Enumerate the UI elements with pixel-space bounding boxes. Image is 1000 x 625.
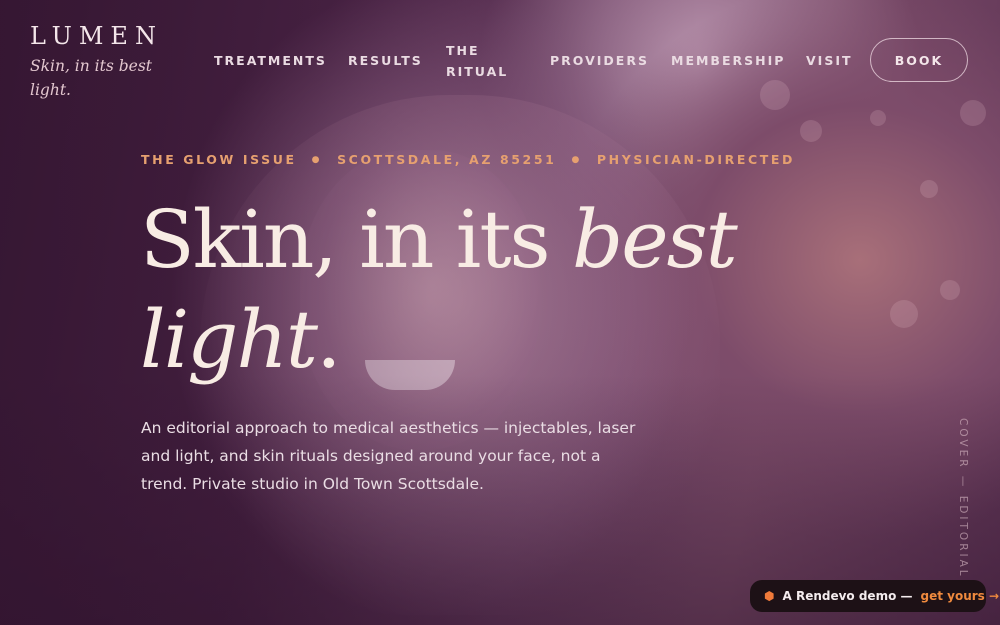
nav-results[interactable]: RESULTS bbox=[348, 53, 423, 68]
headline-italic-light: light bbox=[140, 293, 318, 386]
nav-the-ritual[interactable]: THE RITUAL bbox=[446, 40, 508, 82]
headline-italic-best: best bbox=[572, 193, 738, 286]
logo-wordmark: LUMEN bbox=[30, 22, 163, 50]
brand-logo[interactable]: LUMEN Skin, in its best light. bbox=[30, 22, 180, 102]
rendevo-logo-icon: ⬢ bbox=[764, 589, 775, 603]
issue-meta-line: THE GLOW ISSUE ● SCOTTSDALE, AZ 85251 ● … bbox=[141, 152, 795, 167]
headline-part1: Skin, in its bbox=[140, 193, 573, 286]
nav-visit[interactable]: VISIT bbox=[806, 53, 853, 68]
meta-separator-dot: ● bbox=[311, 154, 323, 165]
nav-the-ritual-line2: RITUAL bbox=[446, 64, 509, 79]
nav-membership[interactable]: MEMBERSHIP bbox=[671, 53, 785, 68]
nav-providers[interactable]: PROVIDERS bbox=[550, 53, 649, 68]
badge-get-yours-link[interactable]: get yours → bbox=[921, 589, 1000, 603]
headline-period: . bbox=[316, 293, 341, 386]
nav-the-ritual-line1: THE bbox=[446, 43, 480, 58]
hero-lede: An editorial approach to medical aesthet… bbox=[141, 418, 636, 493]
meta-location: SCOTTSDALE, AZ 85251 bbox=[337, 152, 557, 167]
meta-issue: THE GLOW ISSUE bbox=[141, 152, 297, 167]
book-button[interactable]: BOOK bbox=[870, 38, 968, 82]
meta-physician: PHYSICIAN-DIRECTED bbox=[596, 152, 795, 167]
meta-separator-dot: ● bbox=[571, 154, 582, 165]
hero-headline: Skin, in its best light. bbox=[140, 190, 738, 390]
logo-tagline: Skin, in its best light. bbox=[30, 57, 153, 99]
badge-text: A Rendevo demo — bbox=[782, 589, 913, 603]
nav-treatments[interactable]: TREATMENTS bbox=[214, 53, 327, 68]
rendevo-demo-badge[interactable]: ⬢ A Rendevo demo — get yours → bbox=[750, 580, 999, 612]
